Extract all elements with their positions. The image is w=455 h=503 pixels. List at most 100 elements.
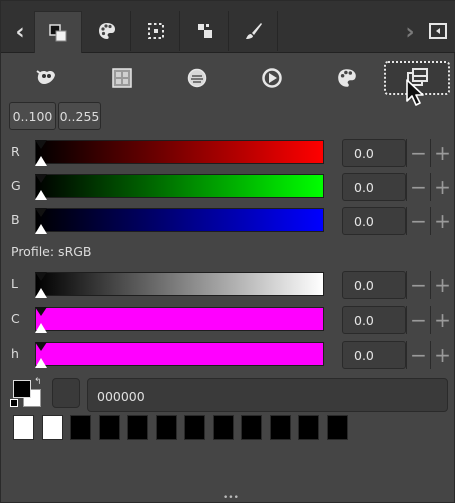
decrement-button[interactable]: − (406, 341, 430, 369)
minus-icon: − (410, 175, 427, 199)
plus-icon: + (434, 308, 451, 332)
foreground-color-swatch[interactable] (13, 380, 31, 398)
range-0-255-button[interactable]: 0..255 (58, 102, 101, 130)
history-swatch[interactable] (13, 415, 34, 440)
history-swatch[interactable] (70, 415, 91, 440)
slider-g[interactable] (35, 174, 324, 198)
slider-label: G (11, 178, 21, 193)
spin-value-r[interactable]: 0.0 (342, 139, 406, 167)
resize-handle[interactable]: ••• (223, 494, 239, 503)
increment-button[interactable]: + (430, 207, 454, 235)
decrement-button[interactable]: − (406, 207, 430, 235)
slider-label: h (11, 346, 19, 361)
plus-icon: + (434, 343, 451, 367)
spin-value-b[interactable]: 0.0 (342, 207, 406, 235)
spin-value-h[interactable]: 0.0 (342, 341, 406, 369)
slider-bottom-marker[interactable] (35, 224, 47, 234)
tab-paths[interactable] (181, 11, 229, 51)
hex-notation-input[interactable]: 000000 (87, 378, 448, 412)
tab-fg-bg-colors[interactable] (34, 11, 82, 53)
plus-icon: + (434, 175, 451, 199)
spin-value-g[interactable]: 0.0 (342, 173, 406, 201)
decrement-button[interactable]: − (406, 271, 430, 299)
increment-button[interactable]: + (430, 271, 454, 299)
swap-colors-icon[interactable]: ↰ (34, 377, 42, 387)
palette-icon (98, 23, 115, 39)
watercolor-icon (187, 68, 207, 88)
fg-bg-colors-icon (49, 23, 67, 41)
slider-r[interactable] (35, 140, 324, 164)
slider-row-r: R 0.0 − + (1, 138, 455, 168)
plus-icon: + (434, 141, 451, 165)
minus-icon: − (410, 141, 427, 165)
minus-icon: − (410, 308, 427, 332)
minus-icon: − (410, 209, 427, 233)
history-swatch[interactable] (326, 415, 348, 440)
slider-top-marker (35, 307, 47, 316)
model-palette-button[interactable] (320, 61, 374, 95)
plus-icon: + (434, 209, 451, 233)
dock-tab-bar: ‹ › (1, 1, 455, 53)
tab-brushes[interactable] (230, 11, 278, 51)
history-swatch[interactable] (155, 415, 177, 440)
slider-row-l: L 0.0 − + (1, 270, 455, 300)
palette-icon (338, 69, 356, 87)
decrement-button[interactable]: − (406, 139, 430, 167)
paths-icon (197, 24, 212, 38)
increment-button[interactable]: + (430, 306, 454, 334)
brush-icon (245, 23, 262, 39)
plus-icon: + (434, 273, 451, 297)
slider-c[interactable] (35, 307, 324, 331)
slider-label: L (11, 276, 18, 291)
history-swatch[interactable] (241, 415, 262, 440)
history-swatch[interactable] (184, 415, 205, 440)
slider-row-h: h 0.0 − + (1, 340, 455, 370)
slider-top-marker (35, 208, 47, 217)
mouse-cursor-icon (406, 79, 424, 106)
default-colors-icon[interactable] (10, 399, 18, 407)
slider-top-marker (35, 140, 47, 149)
slider-row-b: B 0.0 − + (1, 206, 455, 236)
decrement-button[interactable]: − (406, 173, 430, 201)
range-0-100-button[interactable]: 0..100 (9, 102, 56, 130)
slider-row-g: G 0.0 − + (1, 172, 455, 202)
slider-b[interactable] (35, 208, 324, 232)
chevron-right-icon: › (405, 19, 415, 45)
history-swatch[interactable] (212, 415, 234, 440)
selection-icon (147, 23, 164, 39)
slider-bottom-marker[interactable] (35, 358, 47, 368)
increment-button[interactable]: + (430, 173, 454, 201)
history-swatch[interactable] (269, 415, 291, 440)
increment-button[interactable]: + (430, 341, 454, 369)
decrement-button[interactable]: − (406, 306, 430, 334)
minus-icon: − (410, 273, 427, 297)
tab-scroll-right-button[interactable]: › (399, 14, 421, 50)
model-watercolor-button[interactable] (170, 61, 224, 95)
fg-bg-color-area: ↰ (9, 377, 49, 411)
model-wheel-button[interactable] (245, 61, 299, 95)
slider-l[interactable] (35, 272, 324, 296)
slider-bottom-marker[interactable] (35, 323, 47, 333)
spin-value-c[interactable]: 0.0 (342, 306, 406, 334)
model-gimp-button[interactable] (19, 61, 73, 95)
history-swatch[interactable] (298, 415, 319, 440)
slider-bottom-marker[interactable] (35, 190, 47, 200)
history-swatch[interactable] (98, 415, 120, 440)
tab-palette[interactable] (83, 11, 131, 51)
tab-selection[interactable] (132, 11, 180, 51)
history-swatch[interactable] (127, 415, 148, 440)
dock-menu-button[interactable] (426, 19, 450, 43)
color-picker-button[interactable] (52, 378, 80, 408)
increment-button[interactable]: + (430, 139, 454, 167)
model-cmyk-button[interactable] (95, 61, 149, 95)
wheel-icon (262, 68, 282, 88)
chevron-left-icon: ‹ (15, 19, 25, 45)
slider-top-marker (35, 174, 47, 183)
slider-bottom-marker[interactable] (35, 156, 47, 166)
slider-h[interactable] (35, 342, 324, 366)
slider-bottom-marker[interactable] (35, 288, 47, 298)
slider-top-marker (35, 342, 47, 351)
history-swatch[interactable] (41, 415, 63, 440)
spin-value-l[interactable]: 0.0 (342, 271, 406, 299)
tab-scroll-left-button[interactable]: ‹ (9, 14, 31, 50)
